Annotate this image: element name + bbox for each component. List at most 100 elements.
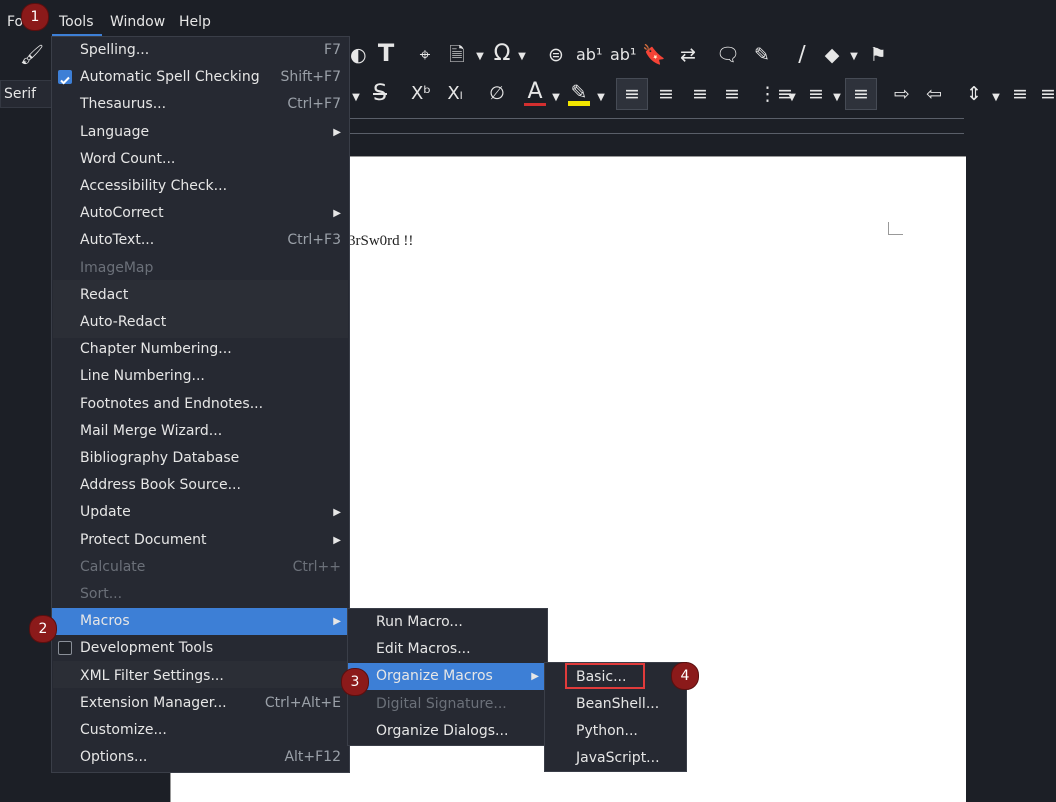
- menu-item-options[interactable]: Options... Alt+F12: [52, 744, 349, 771]
- menu-item-run-macro[interactable]: Run Macro...: [348, 609, 547, 636]
- document-text[interactable]: 3rSw0rd !!: [348, 233, 413, 250]
- menu-item-chapter-numbering[interactable]: Chapter Numbering...: [52, 336, 349, 363]
- menu-item-label: Address Book Source...: [80, 477, 241, 494]
- size-dropdown-icon[interactable]: ▼: [350, 87, 362, 109]
- text-box-icon[interactable]: T: [374, 41, 398, 65]
- menu-item-label: Organize Dialogs...: [376, 722, 509, 739]
- justify-icon[interactable]: ≡: [720, 83, 744, 105]
- menu-item-autotext[interactable]: AutoText... Ctrl+F3: [52, 227, 349, 254]
- menu-item-shortcut: Shift+F7: [280, 69, 341, 86]
- superscript-icon[interactable]: Xᵇ: [408, 83, 434, 105]
- menu-item-address-book-source[interactable]: Address Book Source...: [52, 472, 349, 499]
- menu-item-automatic-spell-checking[interactable]: Automatic Spell Checking Shift+F7: [52, 64, 349, 91]
- menu-item-accessibility-check[interactable]: Accessibility Check...: [52, 173, 349, 200]
- menu-item-python[interactable]: Python...: [545, 718, 686, 745]
- insert-field-icon[interactable]: 🗎: [446, 44, 468, 66]
- menu-item-label: Chapter Numbering...: [80, 341, 232, 358]
- menu-item-development-tools[interactable]: Development Tools: [52, 635, 349, 662]
- shapes-icon[interactable]: ◐: [350, 44, 367, 66]
- menu-item-spelling[interactable]: Spelling... F7: [52, 37, 349, 64]
- menu-item-word-count[interactable]: Word Count...: [52, 146, 349, 173]
- track-changes-icon[interactable]: ✎: [750, 44, 774, 66]
- menu-item-beanshell[interactable]: BeanShell...: [545, 691, 686, 718]
- font-color-icon[interactable]: A: [522, 81, 548, 103]
- menu-item-edit-macros[interactable]: Edit Macros...: [348, 636, 547, 663]
- shapes-dropdown-icon[interactable]: ▼: [848, 46, 860, 68]
- menu-item-language[interactable]: Language ▶: [52, 119, 349, 146]
- menu-item-label: BeanShell...: [576, 696, 660, 712]
- menu-item-label: Footnotes and Endnotes...: [80, 395, 264, 412]
- menu-item-protect-document[interactable]: Protect Document ▶: [52, 527, 349, 554]
- highlight-color-swatch: [568, 101, 590, 106]
- menu-item-label: AutoCorrect: [80, 205, 164, 222]
- highlight-dropdown-icon[interactable]: ▼: [595, 87, 607, 109]
- menu-item-customize[interactable]: Customize...: [52, 717, 349, 744]
- increase-indent-icon[interactable]: ⇨: [890, 83, 914, 105]
- numbered-list-icon[interactable]: ≡: [804, 83, 828, 105]
- checkbox-checked-icon[interactable]: [58, 70, 72, 85]
- menu-item-javascript[interactable]: JavaScript...: [545, 745, 686, 772]
- highlight-color-icon[interactable]: ✎: [566, 81, 592, 103]
- menubar: Fo Tools Window Help: [0, 0, 1056, 36]
- menu-item-thesaurus[interactable]: Thesaurus... Ctrl+F7: [52, 91, 349, 118]
- bullet-list-icon[interactable]: ⋮≡: [758, 83, 793, 105]
- strikethrough-icon[interactable]: S: [368, 83, 392, 105]
- align-right-icon[interactable]: ≡: [688, 83, 712, 105]
- align-center-icon[interactable]: ≡: [654, 83, 678, 105]
- menu-window[interactable]: Window: [110, 12, 165, 32]
- menu-item-update[interactable]: Update ▶: [52, 499, 349, 526]
- menu-item-label: Spelling...: [80, 42, 150, 58]
- special-character-icon[interactable]: Ω: [490, 43, 514, 65]
- menu-item-bibliography-database[interactable]: Bibliography Database: [52, 445, 349, 472]
- menu-item-mail-merge-wizard[interactable]: Mail Merge Wizard...: [52, 418, 349, 445]
- menu-item-imagemap: ImageMap: [52, 255, 349, 282]
- menu-help[interactable]: Help: [179, 12, 211, 32]
- footnote-icon[interactable]: ab¹: [576, 44, 602, 66]
- menu-item-organize-macros[interactable]: Organize Macros ▶: [348, 663, 547, 691]
- basic-shapes-icon[interactable]: ◆: [820, 44, 844, 66]
- menu-item-redact[interactable]: Redact: [52, 282, 349, 309]
- endnote-icon[interactable]: ab¹: [610, 44, 636, 66]
- menu-item-line-numbering[interactable]: Line Numbering...: [52, 363, 349, 390]
- step-badge-4: 4: [671, 662, 699, 690]
- menu-item-label: JavaScript...: [576, 750, 660, 766]
- clear-formatting-icon[interactable]: ∅: [484, 83, 510, 105]
- line-spacing-dropdown-icon[interactable]: ▼: [990, 87, 1002, 109]
- bullet-dropdown-icon[interactable]: ▼: [786, 87, 798, 109]
- font-name-box[interactable]: Serif: [0, 80, 52, 108]
- menu-item-xml-filter-settings[interactable]: XML Filter Settings...: [52, 663, 349, 690]
- menu-item-shortcut: Ctrl+Alt+E: [264, 694, 341, 711]
- menu-item-extension-manager[interactable]: Extension Manager... Ctrl+Alt+E: [52, 690, 349, 717]
- hyperlink-icon[interactable]: ⊜: [544, 44, 568, 66]
- menu-item-macros[interactable]: Macros ▶: [52, 608, 349, 636]
- subscript-icon[interactable]: Xₗ: [442, 83, 468, 105]
- increase-paragraph-spacing-icon[interactable]: ≡: [1008, 83, 1032, 105]
- special-char-dropdown-icon[interactable]: ▼: [516, 46, 528, 68]
- horizontal-ruler[interactable]: [350, 118, 964, 134]
- draw-functions-icon[interactable]: ⚑: [866, 44, 890, 66]
- menu-item-label: Edit Macros...: [376, 641, 471, 658]
- decrease-indent-icon[interactable]: ⇦: [922, 83, 946, 105]
- clone-formatting-icon[interactable]: 🖌: [20, 44, 44, 66]
- checkbox-unchecked-icon[interactable]: [58, 641, 72, 656]
- menu-item-label: Extension Manager...: [80, 694, 227, 711]
- menu-item-label: Update: [80, 504, 131, 521]
- numbered-dropdown-icon[interactable]: ▼: [831, 87, 843, 109]
- menu-item-organize-dialogs[interactable]: Organize Dialogs...: [348, 718, 547, 745]
- font-color-dropdown-icon[interactable]: ▼: [550, 87, 562, 109]
- menu-item-label: Line Numbering...: [80, 368, 205, 385]
- comment-icon[interactable]: 🗨: [716, 44, 740, 66]
- menu-item-auto-redact[interactable]: Auto-Redact: [52, 309, 349, 336]
- menu-item-digital-signature: Digital Signature...: [348, 691, 547, 718]
- field-dropdown-icon[interactable]: ▼: [474, 46, 486, 68]
- menu-tools[interactable]: Tools: [59, 12, 94, 32]
- menu-item-autocorrect[interactable]: AutoCorrect ▶: [52, 200, 349, 227]
- page-break-icon[interactable]: ⌖: [412, 44, 438, 66]
- bookmark-icon[interactable]: 🔖: [642, 44, 666, 66]
- decrease-paragraph-spacing-icon[interactable]: ≡: [1040, 83, 1056, 105]
- menu-item-label: Word Count...: [80, 150, 176, 167]
- line-icon[interactable]: ∕: [790, 44, 814, 66]
- line-spacing-icon[interactable]: ⇕: [962, 83, 986, 105]
- cross-reference-icon[interactable]: ⇄: [676, 44, 700, 66]
- menu-item-footnotes-and-endnotes[interactable]: Footnotes and Endnotes...: [52, 391, 349, 418]
